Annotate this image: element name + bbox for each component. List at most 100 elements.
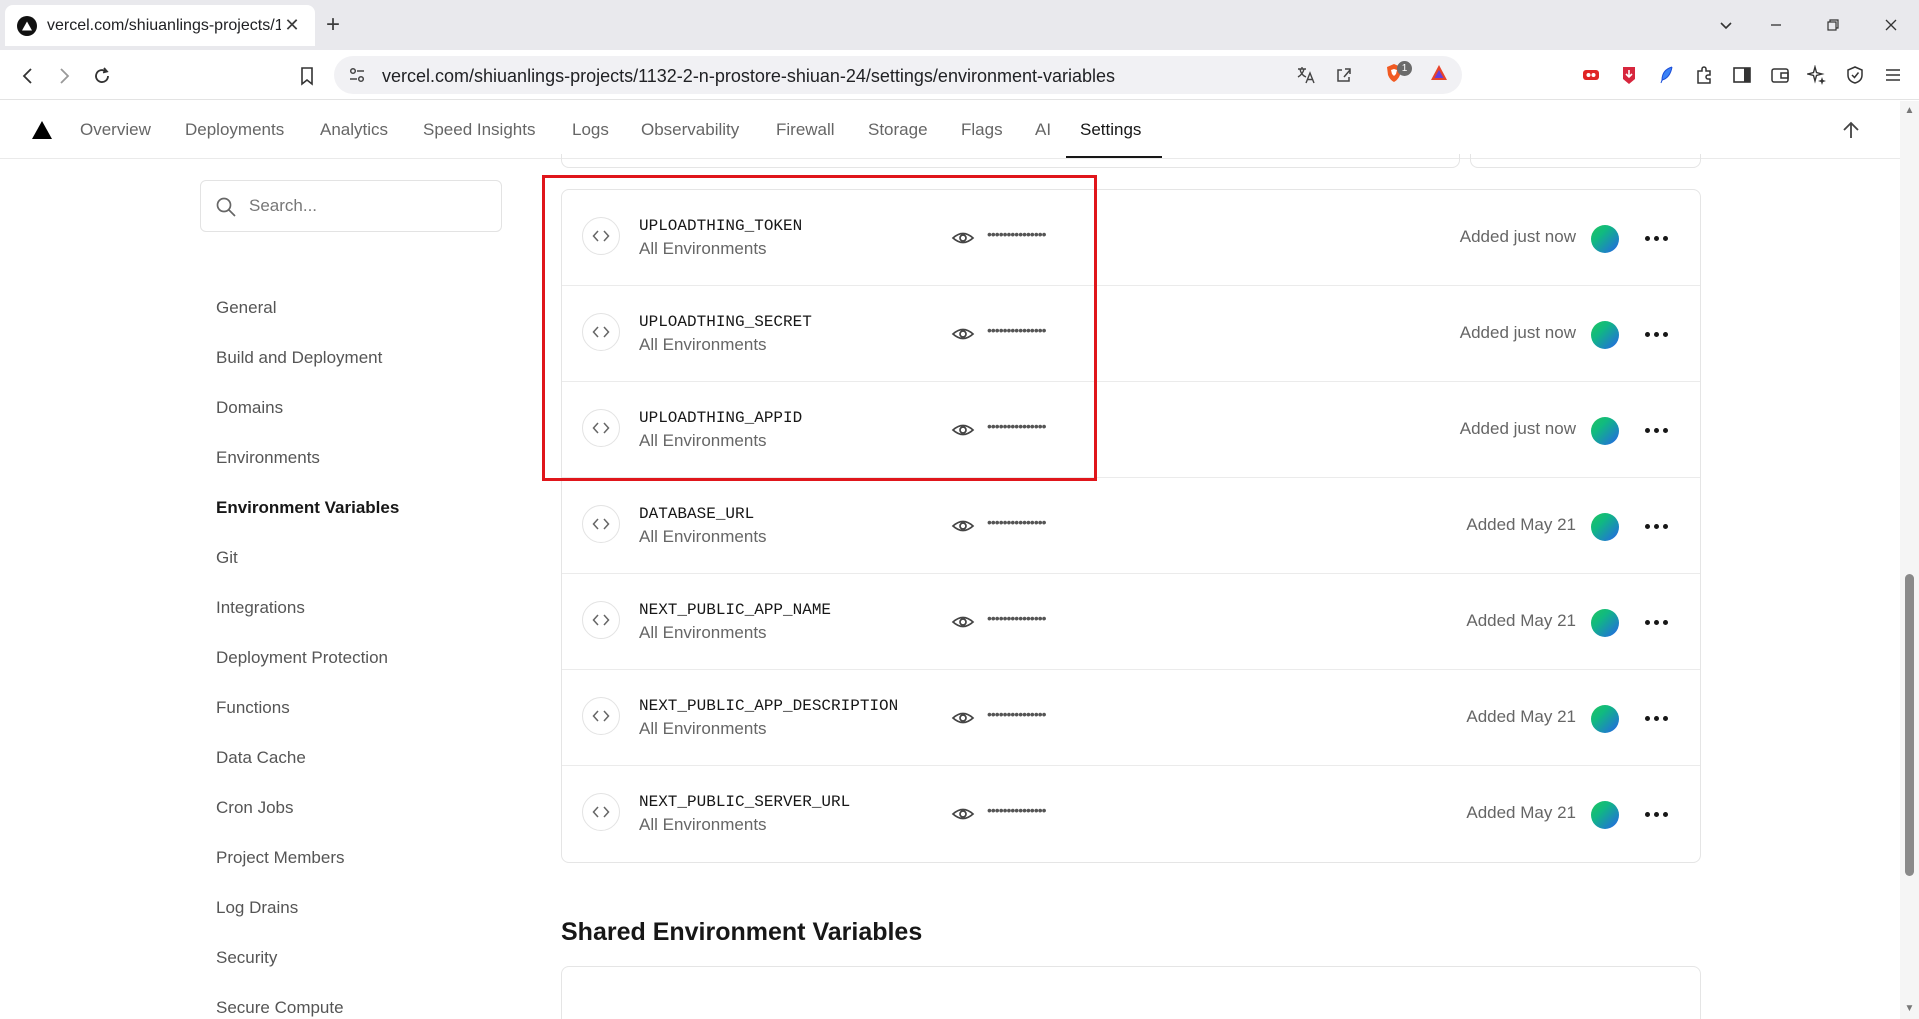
back-icon[interactable] bbox=[14, 62, 42, 90]
avatar[interactable] bbox=[1591, 417, 1619, 445]
env-var-key[interactable]: UPLOADTHING_APPID bbox=[639, 409, 802, 427]
sidebar-item-integrations[interactable]: Integrations bbox=[216, 598, 305, 618]
download-extension-icon[interactable] bbox=[1618, 64, 1640, 86]
more-horizontal-icon[interactable] bbox=[1642, 514, 1670, 538]
added-date: Added just now bbox=[1459, 419, 1576, 438]
more-horizontal-icon[interactable] bbox=[1642, 802, 1670, 826]
sidebar-item-general[interactable]: General bbox=[216, 298, 276, 318]
reload-icon[interactable] bbox=[88, 62, 116, 90]
avatar[interactable] bbox=[1591, 609, 1619, 637]
new-tab-button[interactable]: + bbox=[320, 11, 346, 38]
sidebar-item-environments[interactable]: Environments bbox=[216, 448, 320, 468]
nav-storage[interactable]: Storage bbox=[868, 120, 928, 140]
site-settings-icon[interactable] bbox=[348, 66, 366, 84]
avatar[interactable] bbox=[1591, 801, 1619, 829]
eye-icon[interactable] bbox=[951, 706, 975, 730]
tab-close-icon[interactable]: ✕ bbox=[281, 15, 303, 37]
sidebar-item-secure-compute[interactable]: Secure Compute bbox=[216, 998, 344, 1018]
eye-icon[interactable] bbox=[951, 226, 975, 250]
scroll-down-arrow-icon[interactable]: ▼ bbox=[1903, 1004, 1916, 1014]
more-horizontal-icon[interactable] bbox=[1642, 706, 1670, 730]
more-horizontal-icon[interactable] bbox=[1642, 610, 1670, 634]
shared-env-vars-card bbox=[561, 966, 1701, 1019]
avatar[interactable] bbox=[1591, 513, 1619, 541]
menu-icon[interactable] bbox=[1882, 64, 1904, 86]
sidebar-item-domains[interactable]: Domains bbox=[216, 398, 283, 418]
extensions-puzzle-icon[interactable] bbox=[1693, 64, 1715, 86]
brave-rewards-icon[interactable] bbox=[1428, 62, 1450, 84]
address-bar[interactable]: vercel.com/shiuanlings-projects/1132-2-n… bbox=[334, 56, 1462, 94]
scroll-up-arrow-icon[interactable]: ▲ bbox=[1903, 106, 1916, 116]
minimize-icon[interactable] bbox=[1761, 10, 1791, 40]
more-horizontal-icon[interactable] bbox=[1642, 418, 1670, 442]
settings-search[interactable] bbox=[200, 180, 502, 232]
translate-icon[interactable] bbox=[1296, 65, 1316, 85]
search-input[interactable] bbox=[249, 193, 489, 219]
search-icon bbox=[216, 197, 236, 217]
nav-observability[interactable]: Observability bbox=[641, 120, 739, 140]
extension-red-icon[interactable] bbox=[1580, 64, 1602, 86]
env-var-row: NEXT_PUBLIC_SERVER_URL All Environments ••… bbox=[562, 766, 1700, 862]
env-var-row: NEXT_PUBLIC_APP_DESCRIPTION All Environme… bbox=[562, 670, 1700, 766]
feather-extension-icon[interactable] bbox=[1656, 64, 1678, 86]
env-var-key[interactable]: UPLOADTHING_TOKEN bbox=[639, 217, 802, 235]
vpn-shield-icon[interactable] bbox=[1844, 64, 1866, 86]
browser-tab[interactable]: vercel.com/shiuanlings-projects/1132-2-n… bbox=[5, 5, 315, 46]
sidebar-toggle-icon[interactable] bbox=[1731, 64, 1753, 86]
env-var-key[interactable]: NEXT_PUBLIC_APP_DESCRIPTION bbox=[639, 697, 898, 715]
env-var-environments: All Environments bbox=[639, 335, 767, 354]
env-var-key[interactable]: DATABASE_URL bbox=[639, 505, 754, 523]
sidebar-item-deployment-protection[interactable]: Deployment Protection bbox=[216, 648, 388, 668]
avatar[interactable] bbox=[1591, 705, 1619, 733]
sidebar-item-git[interactable]: Git bbox=[216, 548, 238, 568]
leo-ai-icon[interactable] bbox=[1806, 64, 1828, 86]
eye-icon[interactable] bbox=[951, 418, 975, 442]
eye-icon[interactable] bbox=[951, 802, 975, 826]
nav-firewall[interactable]: Firewall bbox=[776, 120, 835, 140]
env-var-key[interactable]: NEXT_PUBLIC_APP_NAME bbox=[639, 601, 831, 619]
env-var-environments: All Environments bbox=[639, 239, 767, 258]
env-var-key[interactable]: UPLOADTHING_SECRET bbox=[639, 313, 812, 331]
masked-value: ••••••••••••••• bbox=[987, 514, 1047, 530]
eye-icon[interactable] bbox=[951, 610, 975, 634]
sidebar-item-environment-variables[interactable]: Environment Variables bbox=[216, 498, 399, 518]
sidebar-item-project-members[interactable]: Project Members bbox=[216, 848, 344, 868]
code-icon bbox=[582, 601, 620, 639]
nav-speed-insights[interactable]: Speed Insights bbox=[423, 120, 535, 140]
vercel-logo-icon[interactable] bbox=[31, 120, 53, 140]
shields-count-badge: 1 bbox=[1397, 61, 1412, 76]
forward-icon[interactable] bbox=[50, 62, 78, 90]
sidebar-item-log-drains[interactable]: Log Drains bbox=[216, 898, 298, 918]
sidebar-item-cron-jobs[interactable]: Cron Jobs bbox=[216, 798, 293, 818]
close-window-icon[interactable] bbox=[1876, 10, 1906, 40]
nav-flags[interactable]: Flags bbox=[961, 120, 1003, 140]
sidebar-item-data-cache[interactable]: Data Cache bbox=[216, 748, 306, 768]
nav-overview[interactable]: Overview bbox=[80, 120, 151, 140]
nav-analytics[interactable]: Analytics bbox=[320, 120, 388, 140]
more-horizontal-icon[interactable] bbox=[1642, 226, 1670, 250]
nav-ai[interactable]: AI bbox=[1035, 120, 1051, 140]
sidebar-item-functions[interactable]: Functions bbox=[216, 698, 290, 718]
eye-icon[interactable] bbox=[951, 322, 975, 346]
env-var-key[interactable]: NEXT_PUBLIC_SERVER_URL bbox=[639, 793, 850, 811]
more-horizontal-icon[interactable] bbox=[1642, 322, 1670, 346]
env-var-environments: All Environments bbox=[639, 815, 767, 834]
share-icon[interactable] bbox=[1334, 65, 1354, 85]
eye-icon[interactable] bbox=[951, 514, 975, 538]
nav-deployments[interactable]: Deployments bbox=[185, 120, 284, 140]
arrow-up-icon[interactable] bbox=[1839, 118, 1863, 142]
sidebar-item-build-and-deployment[interactable]: Build and Deployment bbox=[216, 348, 382, 368]
url-text[interactable]: vercel.com/shiuanlings-projects/1132-2-n… bbox=[382, 66, 1115, 87]
tab-list-chevron-icon[interactable] bbox=[1711, 10, 1741, 40]
nav-settings[interactable]: Settings bbox=[1080, 120, 1141, 140]
avatar[interactable] bbox=[1591, 321, 1619, 349]
bookmark-icon[interactable] bbox=[293, 62, 321, 90]
avatar[interactable] bbox=[1591, 225, 1619, 253]
scrollbar-thumb[interactable] bbox=[1905, 574, 1914, 876]
wallet-icon[interactable] bbox=[1769, 64, 1791, 86]
env-var-environments: All Environments bbox=[639, 431, 767, 450]
restore-icon[interactable] bbox=[1818, 10, 1848, 40]
sidebar-item-security[interactable]: Security bbox=[216, 948, 277, 968]
nav-logs[interactable]: Logs bbox=[572, 120, 609, 140]
page-scrollbar[interactable] bbox=[1900, 101, 1919, 1019]
